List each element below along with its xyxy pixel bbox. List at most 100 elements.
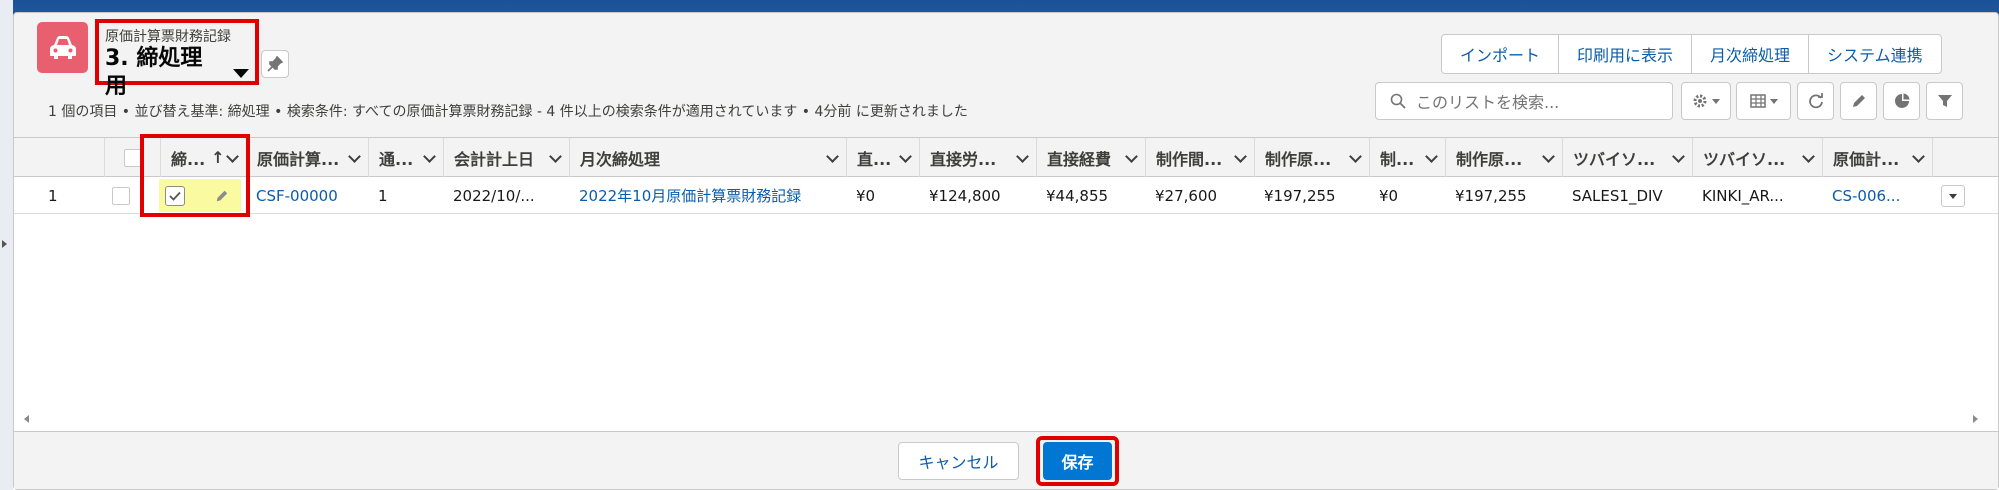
column-label: 制作原... bbox=[1456, 149, 1523, 169]
chevron-down-icon[interactable] bbox=[1125, 150, 1138, 163]
chevron-down-icon[interactable] bbox=[226, 150, 239, 163]
chevron-down-icon[interactable] bbox=[826, 150, 839, 163]
column-label: 制... bbox=[1380, 149, 1415, 169]
list-settings-button[interactable] bbox=[1681, 82, 1731, 120]
expand-caret-icon[interactable] bbox=[2, 240, 7, 248]
chevron-down-icon bbox=[1712, 98, 1720, 104]
chart-icon bbox=[1894, 93, 1909, 108]
column-label: ツバイソ... bbox=[1703, 149, 1786, 169]
list-search-input[interactable]: このリストを検索... bbox=[1375, 82, 1673, 120]
list-view-name: 3. 締処理用 bbox=[105, 46, 203, 99]
column-label: ツバイソ... bbox=[1573, 149, 1656, 169]
list-view-switcher[interactable]: 3. 締処理用 bbox=[105, 45, 249, 101]
chevron-down-icon[interactable] bbox=[1802, 150, 1815, 163]
scroll-left-icon[interactable] bbox=[24, 415, 29, 423]
scroll-right-icon[interactable] bbox=[1973, 415, 1978, 423]
car-icon bbox=[49, 35, 76, 59]
column-header[interactable]: 原価計... bbox=[1822, 138, 1932, 177]
table-cell: 2022/10/... bbox=[453, 186, 535, 205]
column-label: 通... bbox=[379, 149, 414, 169]
search-icon bbox=[1390, 93, 1406, 109]
save-button[interactable]: 保存 bbox=[1043, 442, 1112, 480]
chevron-down-icon[interactable] bbox=[1912, 150, 1925, 163]
inline-edit-button[interactable] bbox=[1840, 82, 1877, 120]
pin-list-button[interactable] bbox=[261, 50, 289, 78]
column-header-close[interactable]: 締... ↑ bbox=[160, 138, 246, 177]
system-integration-button[interactable]: システム連携 bbox=[1808, 35, 1941, 73]
pin-icon bbox=[267, 56, 283, 72]
column-label: 直接労... bbox=[930, 149, 997, 169]
chevron-down-icon[interactable] bbox=[1349, 150, 1362, 163]
left-collapse-strip[interactable] bbox=[0, 0, 13, 490]
filter-icon bbox=[1937, 95, 1952, 107]
list-summary: 1 個の項目 • 並び替え基準: 締処理 • 検索条件: すべての原価計算票財務… bbox=[48, 104, 968, 120]
display-as-button[interactable] bbox=[1736, 82, 1791, 120]
column-label: 直... bbox=[857, 149, 892, 169]
table-header: 締... ↑ 原価計算... 通... 会計計上日 月次締処理 直... 直接労… bbox=[14, 138, 1998, 177]
cancel-button[interactable]: キャンセル bbox=[898, 442, 1019, 480]
select-all-checkbox[interactable] bbox=[123, 148, 142, 167]
table-cell: ¥0 bbox=[856, 186, 876, 205]
list-table: 締... ↑ 原価計算... 通... 会計計上日 月次締処理 直... 直接労… bbox=[14, 134, 1998, 432]
object-label: 原価計算票財務記録 bbox=[105, 29, 231, 45]
record-link[interactable]: CS-006... bbox=[1822, 177, 1932, 214]
column-header[interactable]: 会計計上日 bbox=[443, 138, 569, 177]
chevron-down-icon[interactable] bbox=[1234, 150, 1247, 163]
sort-up-icon: ↑ bbox=[211, 148, 225, 167]
import-button[interactable]: インポート bbox=[1442, 35, 1558, 73]
row-select-cell bbox=[112, 177, 152, 214]
column-header[interactable]: ツバイソ... bbox=[1692, 138, 1822, 177]
pencil-icon bbox=[1852, 95, 1865, 107]
check-icon bbox=[169, 191, 181, 201]
column-header[interactable]: 通... bbox=[368, 138, 443, 177]
filter-button[interactable] bbox=[1926, 82, 1963, 120]
monthly-close-link[interactable]: 2022年10月原価計算票財務記録 bbox=[569, 177, 846, 214]
column-label: 制作原... bbox=[1265, 149, 1332, 169]
chevron-down-icon bbox=[1769, 98, 1778, 104]
pencil-icon[interactable] bbox=[215, 189, 229, 203]
record-link[interactable]: CSF-00000 bbox=[246, 177, 368, 214]
list-actions-group: インポート 印刷用に表示 月次締処理 システム連携 bbox=[1441, 34, 1942, 74]
list-view-title-block[interactable]: 原価計算票財務記録 3. 締処理用 bbox=[95, 19, 259, 99]
column-label: 月次締処理 bbox=[580, 149, 661, 169]
refresh-icon bbox=[1808, 93, 1823, 109]
caret-down-icon[interactable] bbox=[233, 68, 249, 78]
refresh-button[interactable] bbox=[1797, 82, 1834, 120]
chevron-down-icon[interactable] bbox=[423, 150, 436, 163]
chevron-down-icon[interactable] bbox=[549, 150, 562, 163]
table-cell: 1 bbox=[378, 186, 388, 205]
table-cell: ¥197,255 bbox=[1264, 186, 1336, 205]
close-checkbox[interactable] bbox=[165, 185, 185, 206]
table-row[interactable]: 1 CSF-00000 1 2022/10/... 2022年10月原価計算票財… bbox=[14, 177, 1998, 214]
column-header[interactable]: 制作原... bbox=[1445, 138, 1562, 177]
column-header[interactable]: 制作間... bbox=[1145, 138, 1254, 177]
column-header[interactable]: 直接経費 bbox=[1036, 138, 1145, 177]
chevron-down-icon[interactable] bbox=[348, 150, 361, 163]
column-header[interactable]: 原価計算... bbox=[246, 138, 368, 177]
chevron-down-icon[interactable] bbox=[1672, 150, 1685, 163]
column-label: 制作間... bbox=[1156, 149, 1223, 169]
column-header[interactable]: 制作原... bbox=[1254, 138, 1369, 177]
row-actions-button[interactable] bbox=[1941, 185, 1965, 207]
table-cell: KINKI_AR... bbox=[1702, 186, 1784, 205]
column-header[interactable]: 直... bbox=[846, 138, 919, 177]
chevron-down-icon[interactable] bbox=[1425, 150, 1438, 163]
column-header[interactable]: 月次締処理 bbox=[569, 138, 846, 177]
column-label: 会計計上日 bbox=[454, 149, 535, 169]
chevron-down-icon[interactable] bbox=[1016, 150, 1029, 163]
close-checkbox-cell-edited[interactable] bbox=[159, 179, 241, 212]
chevron-down-icon[interactable] bbox=[899, 150, 912, 163]
printable-view-button[interactable]: 印刷用に表示 bbox=[1558, 35, 1691, 73]
column-header-actions bbox=[1932, 138, 1998, 177]
column-header[interactable]: 直接労... bbox=[919, 138, 1036, 177]
table-cell: ¥27,600 bbox=[1155, 186, 1218, 205]
chevron-down-icon[interactable] bbox=[1542, 150, 1555, 163]
charts-button[interactable] bbox=[1883, 82, 1920, 120]
monthly-close-button[interactable]: 月次締処理 bbox=[1691, 35, 1808, 73]
row-select-checkbox[interactable] bbox=[112, 186, 130, 205]
select-all-header bbox=[104, 138, 160, 177]
object-icon bbox=[37, 22, 88, 73]
column-header[interactable]: 制... bbox=[1369, 138, 1445, 177]
column-header[interactable]: ツバイソ... bbox=[1562, 138, 1692, 177]
column-label: 原価計算... bbox=[257, 149, 340, 169]
